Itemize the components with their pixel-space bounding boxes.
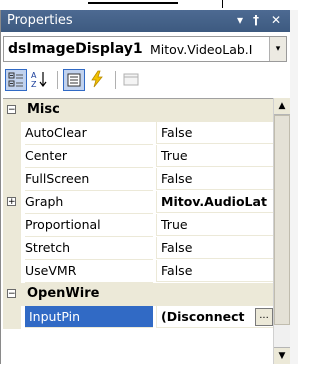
properties-panel: Properties ▾ † ✕ dsImageDisplay1 Mitov.V… [0,10,290,364]
category-openwire[interactable]: − OpenWire [3,283,273,306]
property-pages-icon[interactable] [121,69,143,91]
ellipsis-button[interactable]: ... [255,308,273,326]
row-margin [3,214,21,237]
properties-toolbar: A Z [3,66,289,96]
property-name: FullScreen [25,168,153,191]
property-row-graph[interactable]: + Graph Mitov.AudioLat [3,191,273,214]
property-value[interactable]: False [156,237,273,259]
property-row-center[interactable]: Center True [3,145,273,168]
panel-title-bar[interactable]: Properties ▾ † ✕ [1,10,290,32]
expand-icon[interactable]: + [7,197,16,207]
close-icon[interactable]: ✕ [271,12,281,28]
category-label: OpenWire [27,286,100,301]
row-margin [3,306,21,329]
events-icon[interactable] [87,69,109,91]
row-margin [3,122,21,145]
pin-icon[interactable]: † [253,12,259,28]
top-strip [0,0,298,10]
property-row-autoclear[interactable]: AutoClear False [3,122,273,145]
property-value[interactable]: Mitov.AudioLat [156,191,273,213]
svg-text:A: A [31,71,37,80]
property-row-usevmr[interactable]: UseVMR False [3,260,273,283]
property-value[interactable]: False [156,260,273,282]
property-name: UseVMR [25,260,153,283]
object-selector[interactable]: dsImageDisplay1 Mitov.VideoLab.I ▾ [3,36,287,62]
properties-icon[interactable] [63,69,85,91]
chevron-down-icon[interactable]: ▾ [269,37,286,61]
row-margin [3,260,21,283]
window-position-dropdown-icon[interactable]: ▾ [237,12,243,28]
vertical-scrollbar[interactable]: ▲ ▼ [273,98,290,364]
alphabetical-icon[interactable]: A Z [29,69,51,91]
property-name: Stretch [25,237,153,260]
collapse-icon[interactable]: − [7,105,16,115]
property-row-proportional[interactable]: Proportional True [3,214,273,237]
panel-title: Properties [7,13,73,28]
property-value[interactable]: True [156,145,273,167]
collapse-icon[interactable]: − [7,289,16,299]
category-label: Misc [27,102,60,117]
categorized-icon[interactable] [5,69,27,91]
property-name: InputPin [25,306,153,328]
property-name: AutoClear [25,122,153,145]
toolbar-separator [115,71,116,89]
scroll-up-icon[interactable]: ▲ [274,98,290,115]
row-margin [3,168,21,191]
splitter-fragment [222,0,235,8]
property-row-inputpin[interactable]: InputPin (Disconnect ... [3,306,273,329]
property-value[interactable]: False [156,122,273,144]
property-value[interactable]: True [156,214,273,236]
category-misc[interactable]: − Misc [3,99,273,122]
property-row-stretch[interactable]: Stretch False [3,237,273,260]
row-margin [3,237,21,260]
property-row-fullscreen[interactable]: FullScreen False [3,168,273,191]
property-value[interactable]: False [156,168,273,190]
property-name: Graph [25,191,153,214]
scrollbar-thumb[interactable] [274,115,290,325]
object-name: dsImageDisplay1 [8,41,143,57]
toolbar-separator [57,71,58,89]
scroll-down-icon[interactable]: ▼ [274,347,290,364]
property-grid: − Misc AutoClear False Center True FullS… [3,98,273,365]
property-name: Center [25,145,153,168]
background-strip [290,10,298,364]
underline-fragment [88,2,178,4]
svg-text:Z: Z [31,80,37,89]
object-type: Mitov.VideoLab.I [150,42,253,57]
row-margin [3,145,21,168]
property-name: Proportional [25,214,153,237]
